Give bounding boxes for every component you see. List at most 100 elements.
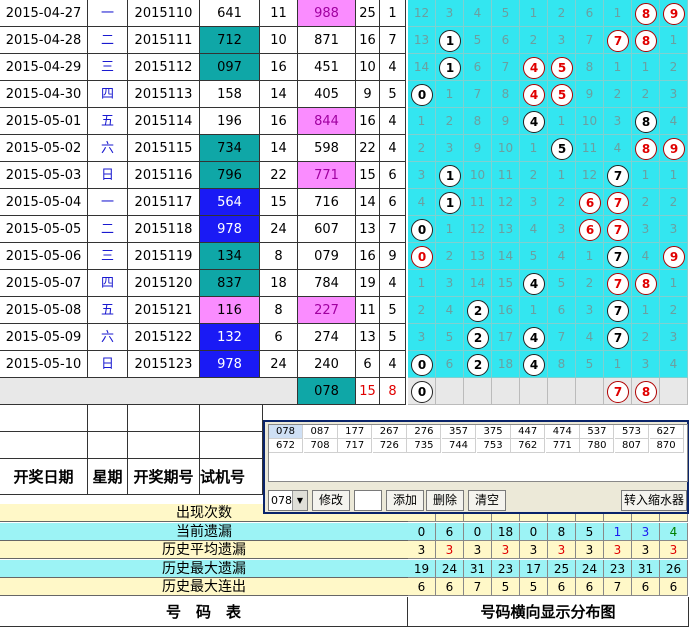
- candidate-table: 078 087 177 267 276 357 375 447 474 537 573 627 672 7…: [268, 424, 688, 482]
- forecast-distribution-cell: [436, 378, 464, 405]
- distribution-cell: 6: [436, 351, 464, 378]
- number-select[interactable]: 078 ▼: [268, 490, 308, 511]
- candidate-number[interactable]: 753: [476, 439, 511, 453]
- candidate-number[interactable]: 267: [372, 425, 407, 439]
- distribution-cell: 7: [548, 324, 576, 351]
- candidate-number[interactable]: 474: [545, 425, 580, 439]
- weekday: 一: [88, 0, 128, 27]
- number-ball: 6: [579, 218, 601, 241]
- number-ball: 8: [635, 110, 657, 133]
- distribution-cell: 3: [436, 0, 464, 27]
- trial-sum: 24: [260, 351, 298, 378]
- distribution-cell: 7: [576, 27, 604, 54]
- draw-date: 2015-05-02: [0, 135, 88, 162]
- winning-span: 5: [380, 324, 406, 351]
- winning-sum: 13: [356, 324, 380, 351]
- stat-value: 8: [548, 522, 576, 541]
- candidate-number[interactable]: 717: [338, 439, 373, 453]
- candidate-number[interactable]: 708: [303, 439, 338, 453]
- candidate-number[interactable]: 375: [476, 425, 511, 439]
- winning-span: 4: [380, 135, 406, 162]
- number-select-value: 078: [271, 494, 292, 507]
- stat-value: 0: [520, 522, 548, 541]
- distribution-cell: 1: [576, 243, 604, 270]
- modify-button[interactable]: 修改: [312, 490, 350, 511]
- issue-number: 2015111: [128, 27, 200, 54]
- number-ball: 1: [439, 56, 461, 79]
- number-ball: 7: [607, 299, 629, 322]
- candidate-number[interactable]: 780: [580, 439, 615, 453]
- winning-number: 784: [298, 270, 356, 297]
- candidate-number[interactable]: 771: [545, 439, 580, 453]
- stat-value: 6: [548, 578, 576, 596]
- distribution-cell: 2: [436, 108, 464, 135]
- candidate-number[interactable]: 276: [407, 425, 442, 439]
- distribution-cell: 1: [604, 54, 632, 81]
- chevron-down-icon[interactable]: ▼: [292, 491, 307, 510]
- footer-right: 号码横向显示分布图: [408, 596, 689, 627]
- winning-sum: 16: [356, 27, 380, 54]
- distribution-cell: 7: [464, 81, 492, 108]
- distribution-cell: 2: [576, 270, 604, 297]
- number-input[interactable]: [354, 490, 382, 511]
- weekday: 三: [88, 243, 128, 270]
- candidate-number[interactable]: 447: [511, 425, 546, 439]
- stat-label: 历史最大连出: [0, 578, 408, 596]
- blank-cell: [88, 432, 128, 459]
- stat-value: 5: [576, 522, 604, 541]
- candidate-number[interactable]: 807: [615, 439, 649, 453]
- number-ball: 4: [523, 272, 545, 295]
- shrink-button[interactable]: 转入缩水器: [621, 490, 687, 511]
- forecast-ball: 8: [635, 380, 657, 403]
- distribution-cell: 3: [632, 216, 660, 243]
- candidate-number[interactable]: 870: [649, 439, 684, 453]
- delete-button[interactable]: 删除: [426, 490, 464, 511]
- distribution-cell: 10: [492, 135, 520, 162]
- winning-number: 240: [298, 351, 356, 378]
- distribution-cell: 14: [464, 270, 492, 297]
- distribution-cell: 15: [492, 270, 520, 297]
- distribution-cell: 5: [464, 27, 492, 54]
- stat-value: 3: [576, 541, 604, 559]
- distribution-cell: 4: [604, 135, 632, 162]
- candidate-number[interactable]: 357: [442, 425, 476, 439]
- stat-value: 3: [632, 522, 660, 541]
- trial-sum: 16: [260, 54, 298, 81]
- distribution-cell: 11: [492, 162, 520, 189]
- candidate-number[interactable]: 672: [269, 439, 303, 453]
- trial-sum: 24: [260, 216, 298, 243]
- distribution-cell: 3: [604, 108, 632, 135]
- candidate-number[interactable]: 087: [303, 425, 338, 439]
- add-button[interactable]: 添加: [386, 490, 424, 511]
- header-trial: 试机号: [200, 459, 263, 495]
- number-ball: 2: [467, 299, 489, 322]
- candidate-number[interactable]: 537: [580, 425, 615, 439]
- distribution-cell: 2: [660, 189, 688, 216]
- candidate-number[interactable]: 078: [269, 425, 303, 439]
- number-ball: 1: [439, 191, 461, 214]
- winning-span: 6: [380, 162, 406, 189]
- winning-span: 5: [380, 81, 406, 108]
- candidate-number[interactable]: 762: [511, 439, 546, 453]
- candidate-number[interactable]: 627: [649, 425, 684, 439]
- distribution-cell: 1: [436, 216, 464, 243]
- trial-number: 734: [200, 135, 260, 162]
- winning-span: 6: [380, 189, 406, 216]
- blank-cell: [200, 405, 263, 432]
- stat-value: 6: [408, 578, 436, 596]
- candidate-number[interactable]: 744: [442, 439, 476, 453]
- number-ball: 7: [607, 218, 629, 241]
- candidate-number[interactable]: 735: [407, 439, 442, 453]
- candidate-number[interactable]: 177: [338, 425, 373, 439]
- winning-number: 598: [298, 135, 356, 162]
- candidate-number[interactable]: 726: [372, 439, 407, 453]
- candidate-number[interactable]: 573: [615, 425, 649, 439]
- weekday: 一: [88, 189, 128, 216]
- distribution-cell: 1: [520, 0, 548, 27]
- distribution-cell: 3: [436, 135, 464, 162]
- stat-value: 3: [660, 541, 688, 559]
- clear-button[interactable]: 清空: [468, 490, 506, 511]
- weekday: 六: [88, 324, 128, 351]
- blank-cell: [0, 432, 88, 459]
- winning-sum: 16: [356, 243, 380, 270]
